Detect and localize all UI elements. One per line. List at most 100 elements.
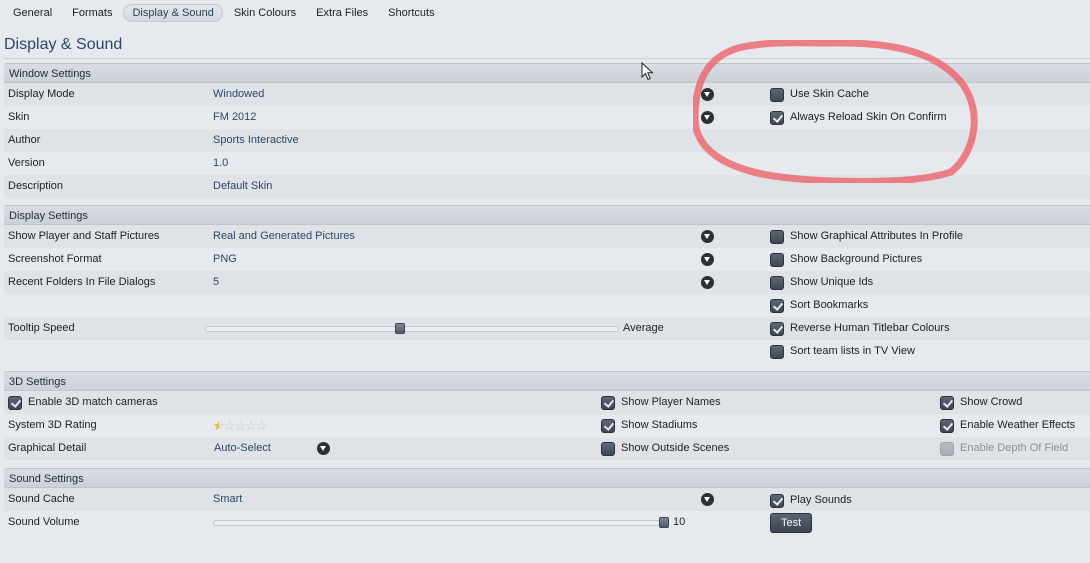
display-settings-section: Display Settings Show Player and Staff P…	[4, 205, 1090, 363]
description-row: Description Default Skin	[4, 175, 1090, 198]
checkbox-unchecked-icon	[770, 344, 784, 359]
star-rating: ☆☆☆☆☆	[213, 414, 268, 437]
play-sounds-checkbox[interactable]: Play Sounds	[770, 493, 852, 508]
version-value: 1.0	[213, 157, 229, 169]
section-header: Sound Settings	[4, 468, 1090, 488]
checkbox-checked-icon	[770, 298, 784, 313]
use-skin-cache-checkbox[interactable]: Use Skin Cache	[770, 87, 869, 102]
recent-folders-dropdown-icon[interactable]	[701, 276, 714, 289]
checkbox-checked-icon	[940, 418, 954, 433]
page-title: Display & Sound	[4, 36, 123, 53]
sound-volume-row: Sound Volume 10 Test	[4, 511, 1090, 534]
show-graphical-attributes-checkbox[interactable]: Show Graphical Attributes In Profile	[770, 229, 963, 244]
slider-thumb[interactable]	[394, 323, 405, 334]
checkbox-checked-icon	[770, 321, 784, 336]
display-mode-value[interactable]: Windowed	[213, 83, 264, 106]
graphical-detail-label: Graphical Detail	[8, 442, 87, 454]
display-mode-dropdown-icon[interactable]	[701, 88, 714, 101]
show-player-names-checkbox[interactable]: Show Player Names	[601, 395, 721, 410]
tab-extra-files[interactable]: Extra Files	[307, 4, 377, 22]
graphical-detail-value[interactable]: Auto-Select	[214, 437, 271, 460]
tooltip-speed-value: Average	[623, 322, 664, 334]
screenshot-format-label: Screenshot Format	[8, 253, 102, 265]
tab-skin-colours[interactable]: Skin Colours	[225, 4, 305, 22]
description-value: Default Skin	[213, 180, 273, 192]
sort-team-lists-checkbox[interactable]: Sort team lists in TV View	[770, 344, 915, 359]
show-background-pictures-checkbox[interactable]: Show Background Pictures	[770, 252, 922, 267]
slider-thumb[interactable]	[659, 517, 669, 528]
sound-volume-slider[interactable]	[213, 517, 669, 528]
checkbox-checked-icon	[770, 110, 784, 125]
author-label: Author	[8, 134, 41, 146]
spacer-row: Sort Bookmarks	[4, 294, 1090, 317]
system-3d-rating-label: System 3D Rating	[8, 419, 97, 431]
test-sound-button[interactable]: Test	[770, 513, 813, 533]
version-row: Version 1.0	[4, 152, 1090, 175]
sound-cache-label: Sound Cache	[8, 493, 75, 505]
screenshot-format-value[interactable]: PNG	[213, 248, 237, 271]
skin-value[interactable]: FM 2012	[213, 106, 256, 129]
enable-depth-of-field-checkbox: Enable Depth Of Field	[940, 441, 1068, 456]
display-mode-label: Display Mode	[8, 88, 75, 100]
version-label: Version	[8, 157, 45, 169]
tooltip-speed-slider[interactable]	[205, 323, 619, 334]
sound-volume-value: 10	[673, 516, 686, 528]
player-pictures-dropdown-icon[interactable]	[701, 230, 714, 243]
sort-bookmarks-checkbox[interactable]: Sort Bookmarks	[770, 298, 868, 313]
section-header: Display Settings	[4, 205, 1090, 225]
show-outside-scenes-checkbox[interactable]: Show Outside Scenes	[601, 441, 729, 456]
checkbox-checked-icon	[940, 395, 954, 410]
graphical-detail-dropdown-icon[interactable]	[317, 442, 330, 455]
skin-label: Skin	[8, 111, 30, 123]
screenshot-format-dropdown-icon[interactable]	[701, 253, 714, 266]
3d-row-1: Enable 3D match cameras Show Player Name…	[4, 391, 1090, 414]
checkbox-checked-icon	[8, 395, 22, 410]
tab-shortcuts[interactable]: Shortcuts	[379, 4, 443, 22]
sound-cache-dropdown-icon[interactable]	[701, 493, 714, 506]
sort-team-lists-row: Sort team lists in TV View	[4, 340, 1090, 363]
enable-weather-effects-checkbox[interactable]: Enable Weather Effects	[940, 418, 1075, 433]
skin-dropdown-icon[interactable]	[701, 111, 714, 124]
show-stadiums-checkbox[interactable]: Show Stadiums	[601, 418, 697, 433]
show-crowd-checkbox[interactable]: Show Crowd	[940, 395, 1022, 410]
checkbox-unchecked-icon	[601, 441, 615, 456]
3d-settings-section: 3D Settings Enable 3D match cameras Show…	[4, 371, 1090, 460]
show-unique-ids-checkbox[interactable]: Show Unique Ids	[770, 275, 873, 290]
checkbox-unchecked-icon	[770, 275, 784, 290]
description-label: Description	[8, 180, 64, 192]
tab-formats[interactable]: Formats	[63, 4, 121, 22]
title-divider	[4, 58, 1090, 59]
section-header: Window Settings	[4, 63, 1090, 83]
checkbox-checked-icon	[770, 493, 784, 508]
tab-display-sound[interactable]: Display & Sound	[123, 4, 223, 22]
skin-row: Skin FM 2012 Always Reload Skin On Confi…	[4, 106, 1090, 129]
checkbox-unchecked-icon	[770, 87, 784, 102]
checkbox-disabled-icon	[940, 441, 954, 456]
star-icon: ☆	[255, 418, 268, 433]
always-reload-skin-checkbox[interactable]: Always Reload Skin On Confirm	[770, 110, 947, 125]
tab-bar: General Formats Display & Sound Skin Col…	[4, 3, 446, 23]
tooltip-speed-row: Tooltip Speed Average Reverse Human Titl…	[4, 317, 1090, 340]
window-settings-section: Window Settings Display Mode Windowed Us…	[4, 63, 1090, 198]
author-row: Author Sports Interactive	[4, 129, 1090, 152]
enable-3d-cameras-checkbox[interactable]: Enable 3D match cameras	[8, 395, 158, 410]
player-pictures-value[interactable]: Real and Generated Pictures	[213, 225, 355, 248]
sound-settings-section: Sound Settings Sound Cache Smart Play So…	[4, 468, 1090, 534]
screenshot-format-row: Screenshot Format PNG Show Background Pi…	[4, 248, 1090, 271]
recent-folders-value[interactable]: 5	[213, 271, 219, 294]
author-value: Sports Interactive	[213, 134, 299, 146]
sound-cache-row: Sound Cache Smart Play Sounds	[4, 488, 1090, 511]
3d-row-3: Graphical Detail Auto-Select Show Outsid…	[4, 437, 1090, 460]
checkbox-checked-icon	[601, 395, 615, 410]
tooltip-speed-label: Tooltip Speed	[8, 322, 75, 334]
reverse-titlebar-colours-checkbox[interactable]: Reverse Human Titlebar Colours	[770, 321, 950, 336]
recent-folders-label: Recent Folders In File Dialogs	[8, 276, 156, 288]
checkbox-checked-icon	[601, 418, 615, 433]
sound-volume-label: Sound Volume	[8, 516, 80, 528]
display-mode-row: Display Mode Windowed Use Skin Cache	[4, 83, 1090, 106]
sound-cache-value[interactable]: Smart	[213, 488, 242, 511]
section-header: 3D Settings	[4, 371, 1090, 391]
checkbox-unchecked-icon	[770, 252, 784, 267]
tab-general[interactable]: General	[4, 4, 61, 22]
checkbox-unchecked-icon	[770, 229, 784, 244]
